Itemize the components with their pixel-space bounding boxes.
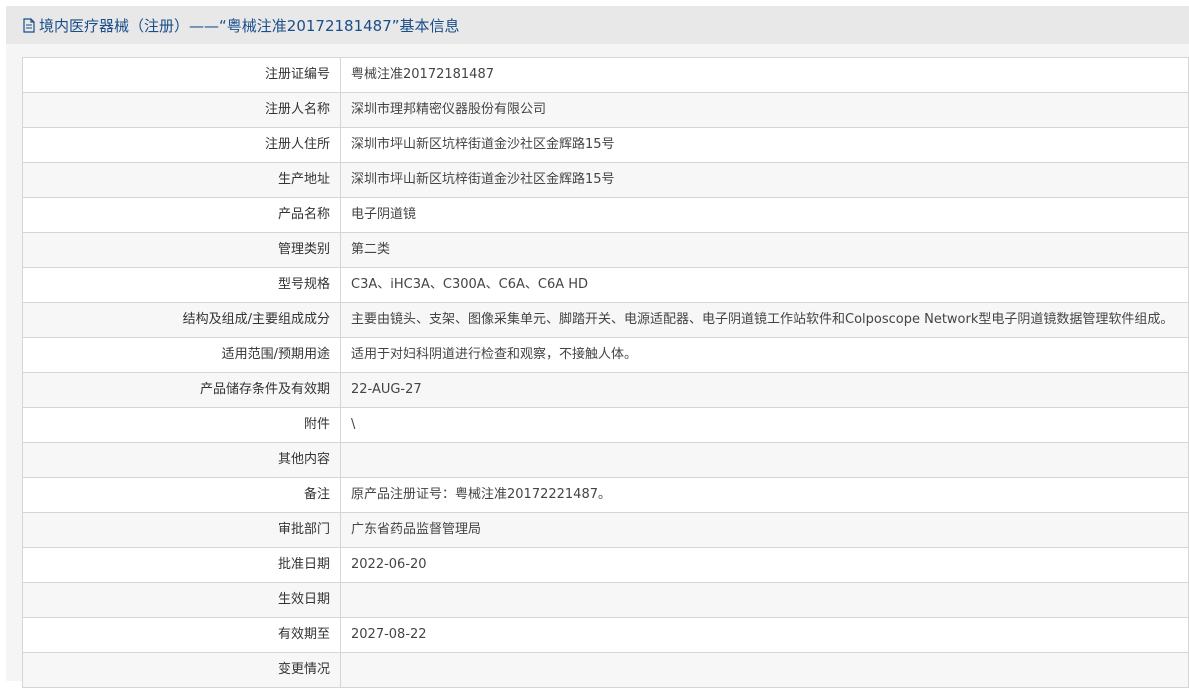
field-label: 有效期至: [22, 617, 341, 653]
field-value: 原产品注册证号：粤械注准20172221487。: [340, 477, 1189, 513]
table-row: 有效期至 2027-08-22: [22, 617, 1189, 653]
table-row: 变更情况: [22, 652, 1189, 688]
table-row: 注册人名称 深圳市理邦精密仪器股份有限公司: [22, 92, 1189, 128]
field-label: 适用范围/预期用途: [22, 337, 341, 373]
field-label: 产品名称: [22, 197, 341, 233]
info-table: 注册证编号 粤械注准20172181487 注册人名称 深圳市理邦精密仪器股份有限公司…: [22, 57, 1189, 688]
field-label: 产品储存条件及有效期: [22, 372, 341, 408]
detail-panel: 境内医疗器械（注册）——“粤械注准20172181487”基本信息 注册证编号粤…: [6, 6, 1189, 688]
field-value: 广东省药品监督管理局: [340, 512, 1189, 548]
field-label: 注册证编号: [22, 57, 341, 93]
field-value: [340, 652, 1189, 688]
field-label: 批准日期: [22, 547, 341, 583]
table-row: 生产地址 深圳市坪山新区坑梓街道金沙社区金辉路15号: [22, 162, 1189, 198]
field-value: 深圳市坪山新区坑梓街道金沙社区金辉路15号: [340, 162, 1189, 198]
table-row: 注册证编号 粤械注准20172181487: [22, 57, 1189, 93]
field-label: 生产地址: [22, 162, 341, 198]
field-label: 型号规格: [22, 267, 341, 303]
field-value: 主要由镜头、支架、图像采集单元、脚踏开关、电源适配器、电子阴道镜工作站软件和Co…: [340, 302, 1189, 338]
field-label: 审批部门: [22, 512, 341, 548]
table-row: 适用范围/预期用途 适用于对妇科阴道进行检查和观察，不接触人体。: [22, 337, 1189, 373]
field-label: 备注: [22, 477, 341, 513]
field-value: 适用于对妇科阴道进行检查和观察，不接触人体。: [340, 337, 1189, 373]
field-value: 粤械注准20172181487: [340, 57, 1189, 93]
document-icon: [23, 17, 35, 33]
table-row: 生效日期: [22, 582, 1189, 618]
table-row: 注册人住所 深圳市坪山新区坑梓街道金沙社区金辉路15号: [22, 127, 1189, 163]
field-label: 管理类别: [22, 232, 341, 268]
field-label: 注册人名称: [22, 92, 341, 128]
field-value: 2022-06-20: [340, 547, 1189, 583]
table-row: 附件 \: [22, 407, 1189, 443]
field-label: 注册人住所: [22, 127, 341, 163]
field-label: 附件: [22, 407, 341, 443]
info-table-container: 注册证编号 粤械注准20172181487 注册人名称 深圳市理邦精密仪器股份有限公司…: [22, 57, 1189, 688]
table-row: 审批部门 广东省药品监督管理局: [22, 512, 1189, 548]
field-value: 深圳市理邦精密仪器股份有限公司: [340, 92, 1189, 128]
field-value: C3A、iHC3A、C300A、C6A、C6A HD: [340, 267, 1189, 303]
field-label: 其他内容: [22, 442, 341, 478]
field-value: [340, 442, 1189, 478]
page-title: 境内医疗器械（注册）——“粤械注准20172181487”基本信息: [39, 16, 460, 35]
field-label: 结构及组成/主要组成成分: [22, 302, 341, 338]
field-label: 生效日期: [22, 582, 341, 618]
field-label: 变更情况: [22, 652, 341, 688]
field-value: 2027-08-22: [340, 617, 1189, 653]
field-value: 电子阴道镜: [340, 197, 1189, 233]
table-row: 产品名称 电子阴道镜: [22, 197, 1189, 233]
table-row: 备注 原产品注册证号：粤械注准20172221487。: [22, 477, 1189, 513]
field-value: \: [340, 407, 1189, 443]
table-row: 管理类别 第二类: [22, 232, 1189, 268]
table-row: 型号规格 C3A、iHC3A、C300A、C6A、C6A HD: [22, 267, 1189, 303]
table-row: 产品储存条件及有效期 22-AUG-27: [22, 372, 1189, 408]
table-row: 其他内容: [22, 442, 1189, 478]
table-row: 批准日期 2022-06-20: [22, 547, 1189, 583]
field-value: 第二类: [340, 232, 1189, 268]
field-value: 22-AUG-27: [340, 372, 1189, 408]
field-value: [340, 582, 1189, 618]
page-title-bar: 境内医疗器械（注册）——“粤械注准20172181487”基本信息: [6, 6, 1189, 44]
table-row: 结构及组成/主要组成成分 主要由镜头、支架、图像采集单元、脚踏开关、电源适配器、电…: [22, 302, 1189, 338]
field-value: 深圳市坪山新区坑梓街道金沙社区金辉路15号: [340, 127, 1189, 163]
